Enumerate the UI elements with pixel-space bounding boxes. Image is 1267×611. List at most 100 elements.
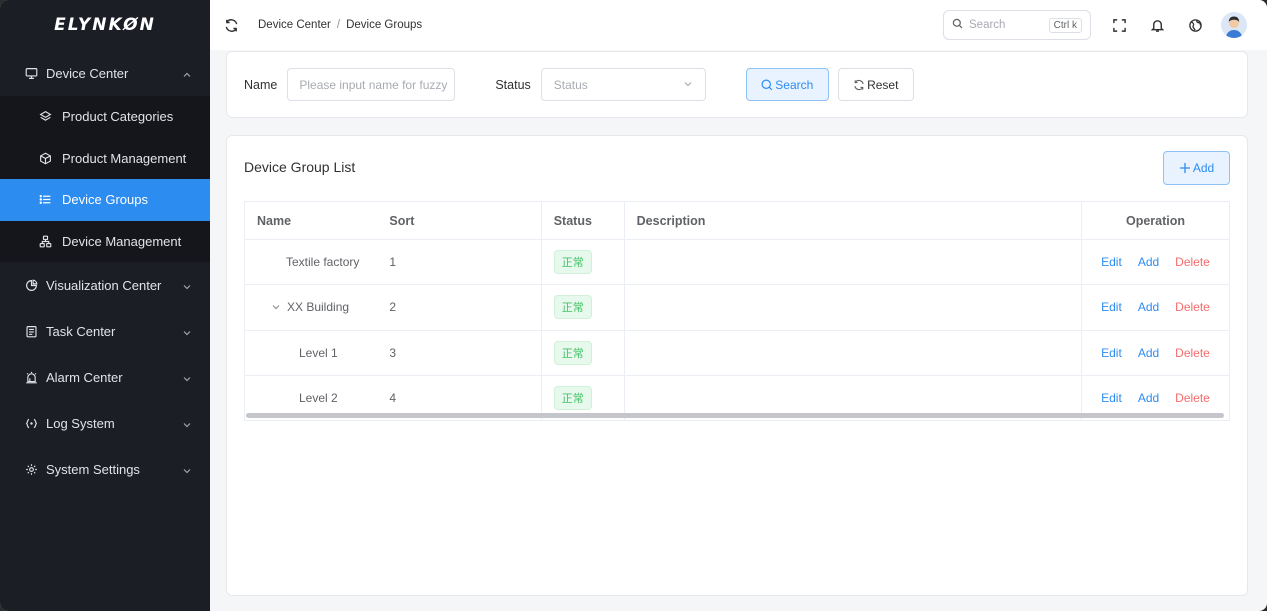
brand-logo[interactable]: ELYNKØN [0,0,210,50]
chevron-down-icon [182,280,192,290]
table-row: Level 1 3 正常 Edit Add Delete [244,330,1231,376]
list-icon [38,193,52,207]
status-badge: 正常 [553,250,592,275]
cell-name: Level 1 [244,330,378,376]
list-title: Device Group List [244,159,356,175]
status-badge: 正常 [553,340,592,365]
row-name-wrap: XX Building [257,300,365,314]
sidebar-item-label: Product Management [62,150,187,166]
delete-link[interactable]: Delete [1175,346,1210,360]
chevron-down-icon [182,372,192,382]
search-button-label: Search [775,77,814,92]
add-child-link[interactable]: Add [1138,346,1159,360]
row-name: XX Building [287,300,350,315]
layers-icon [38,110,52,124]
clipboard-icon [24,324,38,338]
sidebar-group-label: System Settings [46,461,140,477]
sidebar: ELYNKØN Device Center Product Categories [0,0,210,611]
delete-link[interactable]: Delete [1175,391,1210,405]
sidebar-item-product-categories[interactable]: Product Categories [0,96,210,138]
table-row: XX Building 2 正常 Edit Add Delete [244,284,1231,331]
sidebar-group-alarm-center[interactable]: Alarm Center [0,354,210,400]
column-header-description[interactable]: Description [624,201,1082,240]
bell-icon[interactable] [1147,15,1167,35]
sidebar-item-label: Product Categories [62,109,174,125]
user-avatar[interactable] [1221,12,1247,38]
row-name: Textile factory [286,255,360,270]
column-header-operation: Operation [1081,201,1231,240]
name-filter-label: Name [244,77,278,92]
cell-sort: 2 [377,284,542,331]
language-icon[interactable] [1185,15,1205,35]
edit-link[interactable]: Edit [1101,346,1122,360]
cell-name: XX Building [244,284,378,331]
device-group-list-panel: Device Group List Add Name Sort Status D… [226,135,1248,596]
filter-panel: Name Please input name for fuzzy Status … [226,51,1248,118]
plus-icon [1179,162,1191,174]
breadcrumb: Device Center / Device Groups [258,19,422,31]
row-name: Level 2 [299,391,338,406]
cell-operation: Edit Add Delete [1081,284,1231,331]
table-row: Textile factory 1 正常 Edit Add Delete [244,239,1231,286]
chevron-down-icon [683,78,693,92]
sidebar-group-task-center[interactable]: Task Center [0,308,210,354]
delete-link[interactable]: Delete [1175,255,1210,269]
column-header-sort[interactable]: Sort [377,201,542,240]
sidebar-group-device-center[interactable]: Device Center [0,50,210,96]
alarm-icon [24,370,38,384]
column-header-status[interactable]: Status [541,201,625,240]
edit-link[interactable]: Edit [1101,255,1122,269]
add-child-link[interactable]: Add [1138,255,1159,269]
cell-status: 正常 [541,330,625,376]
add-child-link[interactable]: Add [1138,391,1159,405]
sidebar-group-label: Visualization Center [46,277,162,293]
refresh-icon[interactable] [222,16,240,34]
cell-description [624,239,1082,286]
sidebar-item-device-management[interactable]: Device Management [0,220,210,262]
sidebar-group-visualization-center[interactable]: Visualization Center [0,262,210,308]
search-button[interactable]: Search [745,68,829,101]
cell-status: 正常 [541,239,625,286]
horizontal-scrollbar[interactable] [246,413,1224,418]
sidebar-group-label: Task Center [46,323,116,339]
chevron-down-icon [182,464,192,474]
chevron-down-icon[interactable] [271,302,281,312]
sidebar-item-product-management[interactable]: Product Management [0,137,210,179]
table-header-row: Name Sort Status Description Operation [244,201,1231,240]
status-badge: 正常 [553,295,592,320]
global-search-input[interactable]: Search Ctrl k [943,10,1091,40]
cell-operation: Edit Add Delete [1081,239,1231,286]
cell-name: Textile factory [244,239,378,286]
chevron-down-icon [182,418,192,428]
fullscreen-icon[interactable] [1109,15,1129,35]
gear-icon [24,462,38,476]
pie-chart-icon [24,278,38,292]
app-window: ELYNKØN Device Center Product Categories [0,0,1267,611]
reset-button[interactable]: Reset [837,68,914,101]
sidebar-item-label: Device Management [62,233,182,249]
sidebar-group-label: Device Center [46,65,129,81]
edit-link[interactable]: Edit [1101,391,1122,405]
search-shortcut-badge: Ctrl k [1048,17,1082,33]
breadcrumb-item-device-groups: Device Groups [346,19,423,31]
breadcrumb-item-device-center[interactable]: Device Center [258,19,331,31]
column-header-name[interactable]: Name [244,201,378,240]
status-filter-label: Status [495,77,531,92]
sidebar-group-label: Log System [46,415,115,431]
name-filter-input[interactable]: Please input name for fuzzy [287,68,456,101]
delete-link[interactable]: Delete [1175,300,1210,314]
sidebar-item-label: Device Groups [62,192,148,208]
sidebar-group-system-settings[interactable]: System Settings [0,446,210,492]
hierarchy-icon [38,234,52,248]
add-child-link[interactable]: Add [1138,300,1159,314]
sidebar-group-log-system[interactable]: Log System [0,400,210,446]
status-filter-select[interactable]: Status [540,68,706,101]
header-actions: Search Ctrl k [943,10,1247,40]
add-group-button[interactable]: Add [1163,151,1230,185]
breadcrumb-separator: / [336,19,341,31]
monitor-icon [24,66,38,80]
edit-link[interactable]: Edit [1101,300,1122,314]
reset-button-label: Reset [867,77,899,92]
status-badge: 正常 [553,386,592,411]
sidebar-item-device-groups[interactable]: Device Groups [0,179,210,221]
